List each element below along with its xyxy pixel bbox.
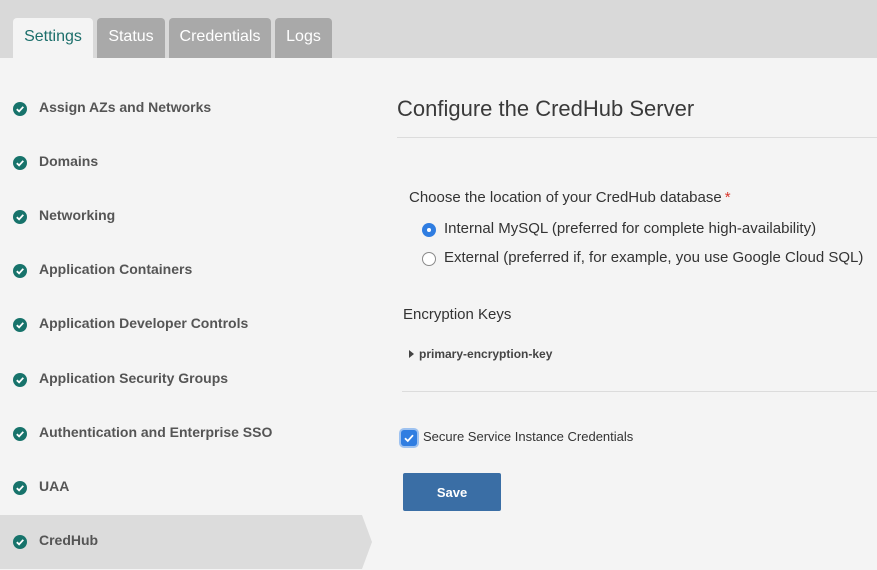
secure-credentials-checkbox[interactable]	[401, 430, 417, 446]
database-location-label: Choose the location of your CredHub data…	[409, 189, 731, 206]
sidebar-item-label: CredHub	[39, 532, 99, 548]
radio-button-selected[interactable]	[422, 223, 436, 237]
check-circle-icon	[13, 210, 27, 224]
check-circle-icon	[13, 535, 27, 549]
tab-settings[interactable]: Settings	[13, 18, 93, 58]
check-circle-icon	[13, 481, 27, 495]
sidebar-item-domains[interactable]: Domains	[0, 136, 362, 190]
save-button[interactable]: Save	[403, 473, 501, 511]
sidebar-item-label: Assign AZs and Networks	[39, 99, 212, 115]
check-circle-icon	[13, 102, 27, 116]
title-divider	[397, 137, 877, 138]
tab-status[interactable]: Status	[97, 18, 165, 58]
check-circle-icon	[13, 373, 27, 387]
section-divider	[402, 391, 877, 392]
sidebar-item-label: Application Developer Controls	[39, 315, 249, 331]
sidebar-item-label: Networking	[39, 207, 116, 223]
checkbox-label: Secure Service Instance Credentials	[423, 429, 634, 444]
sidebar-item-uaa[interactable]: UAA	[0, 461, 362, 515]
caret-right-icon	[409, 350, 414, 358]
sidebar-item-application-developer-controls[interactable]: Application Developer Controls	[0, 298, 362, 352]
encryption-key-label: primary-encryption-key	[419, 347, 553, 361]
sidebar-item-credhub[interactable]: CredHub	[0, 515, 372, 569]
check-circle-icon	[13, 318, 27, 332]
sidebar-item-label: Application Security Groups	[39, 370, 229, 386]
tab-logs[interactable]: Logs	[275, 18, 332, 58]
radio-button[interactable]	[422, 252, 436, 266]
sidebar-item-authentication-and-enterprise-sso[interactable]: Authentication and Enterprise SSO	[0, 407, 362, 461]
page-title: Configure the CredHub Server	[397, 96, 695, 121]
sidebar-item-application-containers[interactable]: Application Containers	[0, 244, 362, 298]
sidebar: Assign AZs and Networks Domains Networki…	[0, 58, 372, 570]
sidebar-item-label: Application Containers	[39, 261, 193, 277]
sidebar-item-label: Domains	[39, 153, 99, 169]
tab-credentials[interactable]: Credentials	[169, 18, 271, 58]
main-panel: Configure the CredHub Server Choose the …	[372, 58, 877, 570]
sidebar-item-assign-azs-and-networks[interactable]: Assign AZs and Networks	[0, 82, 362, 136]
required-mark: *	[724, 189, 731, 206]
check-circle-icon	[13, 264, 27, 278]
check-circle-icon	[13, 427, 27, 441]
database-location-text: Choose the location of your CredHub data…	[409, 189, 722, 206]
radio-label: Internal MySQL (preferred for complete h…	[444, 220, 817, 237]
radio-label: External (preferred if, for example, you…	[444, 249, 864, 266]
sidebar-item-label: Authentication and Enterprise SSO	[39, 424, 273, 440]
check-circle-icon	[13, 156, 27, 170]
encryption-keys-heading: Encryption Keys	[403, 306, 512, 323]
tab-bar: Settings Status Credentials Logs	[0, 0, 877, 58]
sidebar-item-label: UAA	[39, 478, 70, 494]
sidebar-item-application-security-groups[interactable]: Application Security Groups	[0, 353, 362, 407]
sidebar-item-networking[interactable]: Networking	[0, 190, 362, 244]
